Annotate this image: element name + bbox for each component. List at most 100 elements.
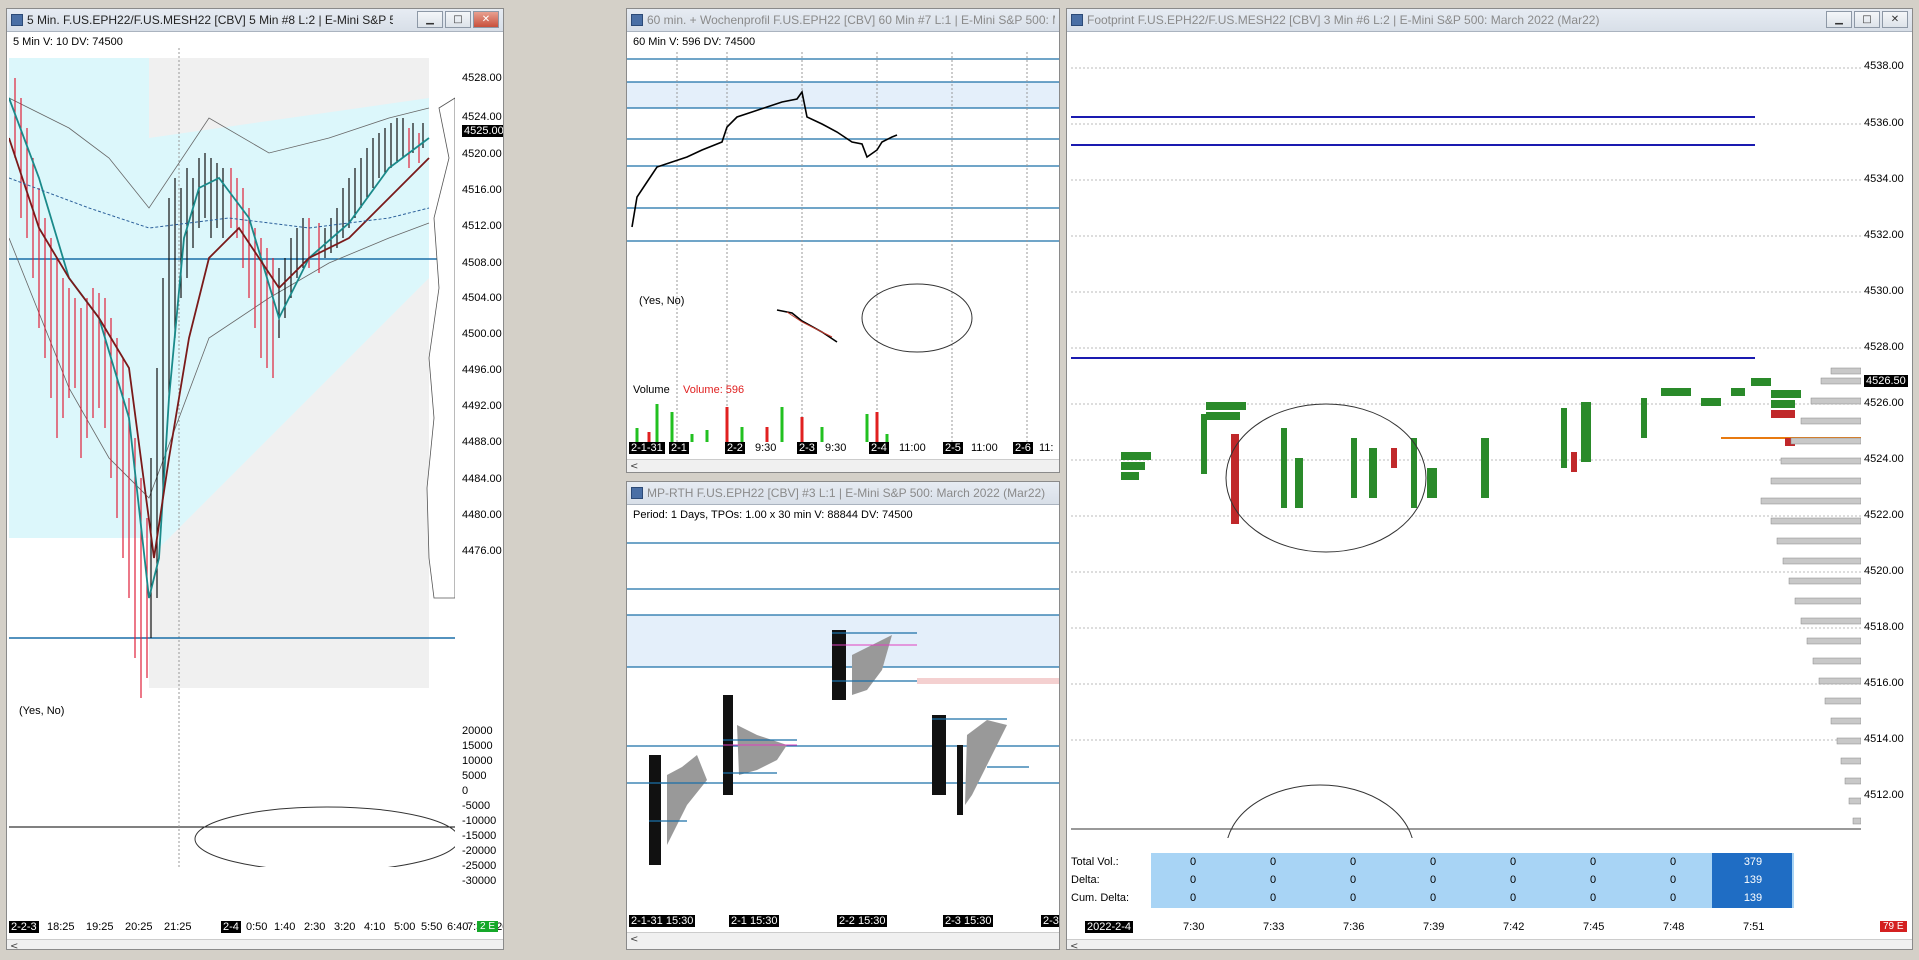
time-label: 7:48: [1663, 921, 1685, 933]
scale-label: -25000: [462, 860, 497, 872]
price-label: 4512.00: [462, 220, 502, 232]
maximize-button[interactable]: □: [1854, 11, 1880, 28]
time-label: 7:33: [1263, 921, 1285, 933]
stat-cell-cum-delta: 0: [1509, 892, 1517, 904]
stat-cell-total-vol: 0: [1429, 856, 1437, 868]
price-label: 4538.00: [1864, 60, 1904, 72]
stat-cell-cum-delta: 139: [1743, 892, 1763, 904]
scroll-left-icon[interactable]: <: [10, 941, 18, 949]
scale-label: -20000: [462, 845, 497, 857]
window-title: 5 Min. F.US.EPH22/F.US.MESH22 [CBV] 5 Mi…: [27, 13, 393, 27]
horizontal-scrollbar[interactable]: <: [7, 939, 503, 949]
close-button[interactable]: ✕: [1882, 11, 1908, 28]
time-label: 2-4: [869, 442, 889, 454]
time-label: 7:51: [1743, 921, 1765, 933]
stat-cell-cum-delta: 0: [1349, 892, 1357, 904]
time-label: 2-6: [1013, 442, 1033, 454]
time-label: 7:30: [1183, 921, 1205, 933]
subgraph-label: (Yes, No): [639, 295, 685, 307]
price-label: 4530.00: [1864, 285, 1904, 297]
price-label: 4492.00: [462, 400, 502, 412]
row-label-cum-delta: Cum. Delta:: [1071, 892, 1130, 904]
price-axis: 4528.00 4524.00 4520.00 4516.00 4512.00 …: [462, 32, 502, 592]
maximize-button[interactable]: □: [445, 11, 471, 28]
time-label: 11:00: [971, 442, 998, 454]
stat-cell-total-vol: 0: [1669, 856, 1677, 868]
minimize-button[interactable]: ▁: [417, 11, 443, 28]
chart-window-60min[interactable]: 60 min. + Wochenprofil F.US.EPH22 [CBV] …: [626, 8, 1060, 473]
scale-label: 5000: [462, 770, 487, 782]
stat-cell-cum-delta: 0: [1429, 892, 1437, 904]
status-badge: 79 E: [1880, 921, 1907, 932]
horizontal-scrollbar[interactable]: <: [627, 932, 1059, 949]
close-button[interactable]: ✕: [473, 11, 499, 28]
chart-info: 5 Min V: 10 DV: 74500: [13, 36, 123, 48]
time-label: 7:45: [1583, 921, 1605, 933]
time-label: 9:30: [825, 442, 847, 454]
price-chart-area[interactable]: [9, 38, 455, 703]
price-label: 4516.00: [1864, 677, 1904, 689]
time-axis: 2022-2-4 7:30 7:33 7:36 7:39 7:42 7:45 7…: [1071, 919, 1861, 937]
subgraph-scale: 20000 15000 10000 5000 0 -5000 -10000 -1…: [462, 725, 502, 895]
chart-window-icon: [631, 487, 643, 499]
stat-cell-total-vol: 379: [1743, 856, 1763, 868]
time-label: 11:: [1039, 442, 1054, 454]
chart-window-icon: [1071, 14, 1083, 26]
scale-label: -5000: [462, 800, 491, 812]
horizontal-scrollbar[interactable]: <: [627, 459, 1059, 472]
price-label: 4532.00: [1864, 229, 1904, 241]
time-label: 2-3 15:30: [943, 915, 994, 927]
footprint-chart-area[interactable]: [1071, 38, 1861, 838]
title-bar[interactable]: Footprint F.US.EPH22/F.US.MESH22 [CBV] 3…: [1067, 9, 1912, 32]
time-label: 7:39: [1423, 921, 1445, 933]
stat-cell-total-vol: 0: [1589, 856, 1597, 868]
horizontal-scrollbar[interactable]: <: [1067, 939, 1912, 949]
stat-cell-delta: 0: [1509, 874, 1517, 886]
time-axis: 2-1-31 2-1 2-2 9:30 2-3 9:30 2-4 11:00 2…: [629, 440, 1057, 458]
price-label: 4528.00: [462, 72, 502, 84]
price-label: 4536.00: [1864, 117, 1904, 129]
last-price-tag: 4526.50: [1864, 375, 1908, 387]
price-label: 4520.00: [1864, 565, 1904, 577]
scroll-left-icon[interactable]: <: [1070, 941, 1078, 949]
chart-window-icon: [631, 14, 643, 26]
stat-cell-total-vol: 0: [1269, 856, 1277, 868]
scale-label: 15000: [462, 740, 493, 752]
time-label: 4:10: [364, 921, 386, 933]
scale-label: -30000: [462, 875, 497, 887]
chart-window-footprint[interactable]: Footprint F.US.EPH22/F.US.MESH22 [CBV] 3…: [1066, 8, 1913, 950]
time-label: 7:42: [1503, 921, 1525, 933]
profile-chart-area[interactable]: [627, 505, 1059, 915]
price-label: 4500.00: [462, 328, 502, 340]
scroll-left-icon[interactable]: <: [630, 461, 638, 472]
stat-cell-delta: 139: [1743, 874, 1763, 886]
title-bar[interactable]: 60 min. + Wochenprofil F.US.EPH22 [CBV] …: [627, 9, 1059, 32]
stat-cell-cum-delta: 0: [1589, 892, 1597, 904]
window-title: MP-RTH F.US.EPH22 [CBV] #3 L:1 | E-Mini …: [647, 486, 1046, 500]
stat-cell-cum-delta: 0: [1189, 892, 1197, 904]
last-price-tag: 4525.00: [462, 125, 504, 137]
price-label: 4524.00: [1864, 453, 1904, 465]
minimize-button[interactable]: ▁: [1826, 11, 1852, 28]
chart-info: 60 Min V: 596 DV: 74500: [633, 36, 756, 48]
stat-cell-cum-delta: 0: [1669, 892, 1677, 904]
scale-label: 0: [462, 785, 469, 797]
stat-cell-delta: 0: [1349, 874, 1357, 886]
time-label: 7:36: [1343, 921, 1365, 933]
title-bar[interactable]: 5 Min. F.US.EPH22/F.US.MESH22 [CBV] 5 Mi…: [7, 9, 503, 32]
chart-window-market-profile[interactable]: MP-RTH F.US.EPH22 [CBV] #3 L:1 | E-Mini …: [626, 481, 1060, 950]
price-label: 4476.00: [462, 545, 502, 557]
subgraph-area[interactable]: [9, 697, 455, 867]
time-label: 5:00: [394, 921, 416, 933]
title-bar[interactable]: MP-RTH F.US.EPH22 [CBV] #3 L:1 | E-Mini …: [627, 482, 1059, 505]
window-title: Footprint F.US.EPH22/F.US.MESH22 [CBV] 3…: [1087, 13, 1600, 27]
time-label: 6:40: [447, 921, 469, 933]
time-label: 2-2-3: [9, 921, 39, 933]
date-label: 2022-2-4: [1085, 921, 1134, 933]
time-label: 2-1 15:30: [729, 915, 780, 927]
price-axis: 4538.00 4536.00 4534.00 4532.00 4530.00 …: [1864, 38, 1910, 838]
price-label: 4480.00: [462, 509, 502, 521]
time-label: 2-5: [943, 442, 963, 454]
chart-window-5min[interactable]: 5 Min. F.US.EPH22/F.US.MESH22 [CBV] 5 Mi…: [6, 8, 504, 950]
scroll-left-icon[interactable]: <: [630, 934, 638, 945]
